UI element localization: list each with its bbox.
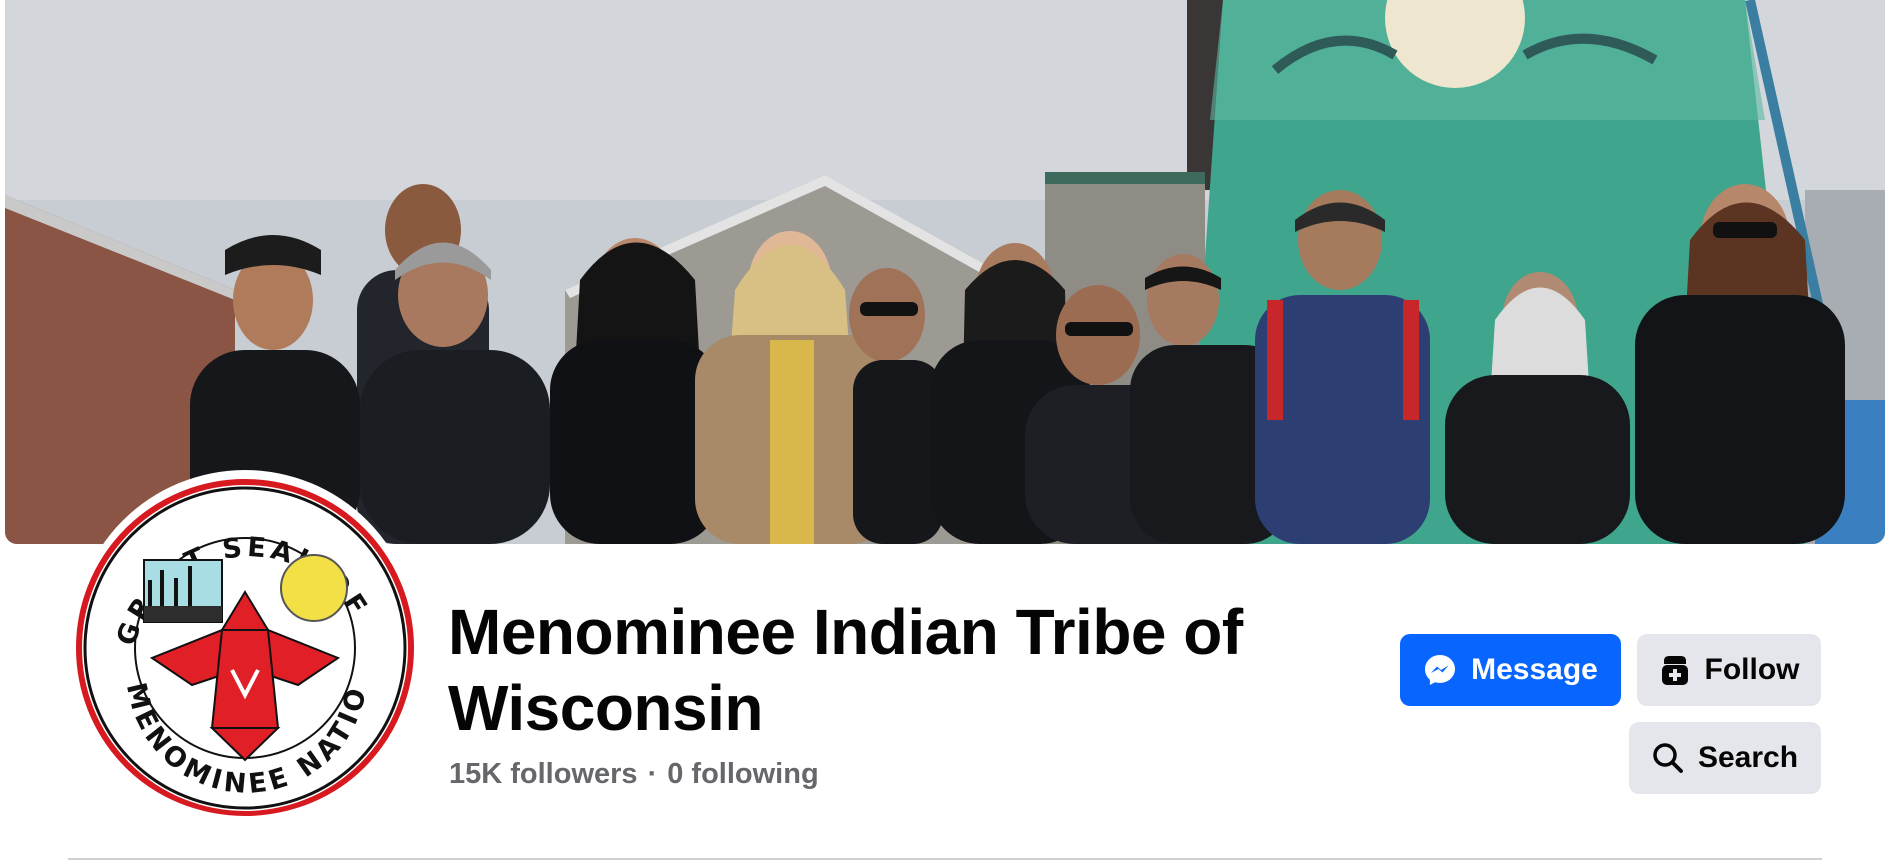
cover-photo[interactable] — [5, 0, 1885, 544]
profile-picture[interactable]: GREAT SEAL OF THE MENOMINEE NATION — [72, 470, 418, 816]
search-button[interactable]: Search — [1629, 722, 1821, 794]
messenger-icon — [1423, 653, 1457, 687]
following-link[interactable]: 0 following — [667, 758, 818, 790]
follow-icon — [1659, 653, 1691, 687]
header-divider — [68, 858, 1822, 860]
page-header: GREAT SEAL OF THE MENOMINEE NATION Menom — [0, 0, 1904, 864]
follow-button-label: Follow — [1704, 653, 1800, 686]
search-button-label: Search — [1697, 741, 1799, 774]
message-button-label: Message — [1471, 653, 1598, 686]
great-seal-logo: GREAT SEAL OF THE MENOMINEE NATION — [72, 470, 415, 816]
search-icon — [1652, 742, 1684, 774]
followers-link[interactable]: 15K followers — [449, 758, 638, 790]
follow-button[interactable]: Follow — [1637, 634, 1821, 706]
stats-separator: · — [647, 758, 658, 790]
page-title: Menominee Indian Tribe of Wisconsin — [448, 596, 1243, 744]
follow-stats: 15K followers · 0 following — [449, 756, 819, 792]
message-button[interactable]: Message — [1400, 634, 1621, 706]
cover-photo-image — [5, 0, 1885, 544]
